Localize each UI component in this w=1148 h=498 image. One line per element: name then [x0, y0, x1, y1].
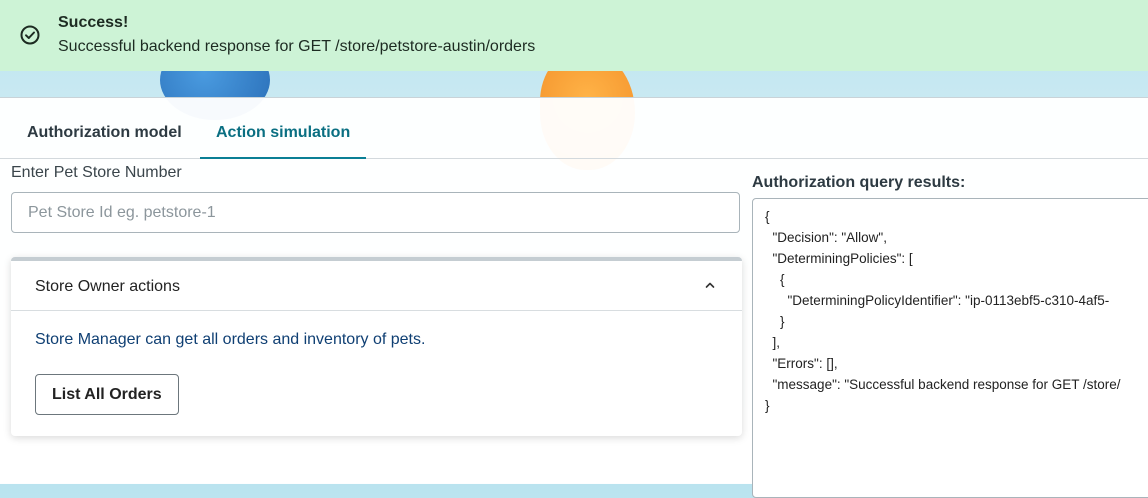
- json-line: "DeterminingPolicyIdentifier": "ip-0113e…: [765, 293, 1110, 308]
- accordion-header[interactable]: Store Owner actions: [11, 261, 742, 311]
- json-line: {: [765, 272, 785, 287]
- results-json-box[interactable]: { "Decision": "Allow", "DeterminingPolic…: [752, 198, 1148, 498]
- toast-message: Successful backend response for GET /sto…: [58, 38, 536, 55]
- json-line: "Decision": "Allow",: [765, 230, 887, 245]
- json-line: "DeterminingPolicies": [: [765, 251, 913, 266]
- store-number-input[interactable]: [11, 192, 740, 233]
- store-number-label: Enter Pet Store Number: [11, 164, 182, 181]
- json-line: }: [765, 398, 770, 413]
- check-circle-icon: [20, 25, 40, 45]
- tab-action-simulation[interactable]: Action simulation: [200, 98, 367, 159]
- list-all-orders-button[interactable]: List All Orders: [35, 374, 179, 415]
- json-line: {: [765, 209, 770, 224]
- accordion-description: Store Manager can get all orders and inv…: [35, 331, 426, 348]
- success-toast: Success! Successful backend response for…: [0, 0, 1148, 71]
- json-line: ],: [765, 335, 781, 350]
- main-panel: Authorization model Action simulation En…: [0, 97, 1148, 498]
- json-line: }: [765, 314, 785, 329]
- tab-bar: Authorization model Action simulation: [0, 98, 1148, 159]
- accordion-title: Store Owner actions: [35, 278, 180, 295]
- results-label: Authorization query results:: [752, 174, 966, 191]
- json-line: "message": "Successful backend response …: [765, 377, 1121, 392]
- store-owner-accordion: Store Owner actions Store Manager can ge…: [11, 257, 742, 436]
- json-line: "Errors": [],: [765, 356, 838, 371]
- toast-title: Success!: [58, 14, 129, 31]
- chevron-up-icon[interactable]: [704, 279, 716, 291]
- tab-authorization-model[interactable]: Authorization model: [27, 98, 182, 158]
